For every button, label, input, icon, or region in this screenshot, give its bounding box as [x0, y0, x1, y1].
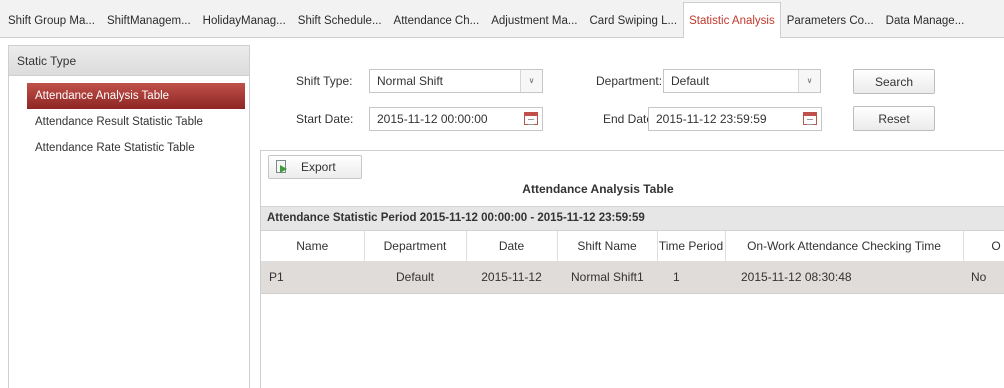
department-label: Department:	[596, 74, 663, 88]
result-panel: Export Attendance Analysis Table Attenda…	[260, 150, 1004, 388]
cell-date: 2015-11-12	[466, 261, 557, 294]
cell-department: Default	[364, 261, 466, 294]
tab-attendance-check[interactable]: Attendance Ch...	[388, 3, 486, 37]
cell-on-work-checking-time: 2015-11-12 08:30:48	[725, 261, 963, 294]
calendar-icon[interactable]	[524, 112, 538, 125]
table-row[interactable]: P1 Default 2015-11-12 Normal Shift1 1 20…	[261, 261, 1004, 294]
department-select[interactable]: Default ∨	[663, 69, 821, 93]
cell-off-work: No	[963, 261, 1004, 294]
end-date-value: 2015-11-12 23:59:59	[656, 112, 767, 126]
search-button[interactable]: Search	[853, 69, 935, 94]
column-header-name[interactable]: Name	[261, 231, 365, 262]
start-date-label: Start Date:	[296, 112, 354, 126]
column-header-time-period[interactable]: Time Period	[657, 231, 726, 262]
column-header-shift-name[interactable]: Shift Name	[557, 231, 658, 262]
tab-data-management[interactable]: Data Manage...	[880, 3, 971, 37]
column-header-department[interactable]: Department	[364, 231, 467, 262]
tab-statistic-analysis[interactable]: Statistic Analysis	[683, 2, 781, 38]
sidebar-item-attendance-analysis[interactable]: Attendance Analysis Table	[27, 83, 245, 109]
tab-shift-schedule[interactable]: Shift Schedule...	[292, 3, 388, 37]
shift-type-label: Shift Type:	[296, 74, 353, 88]
table-header-row: Name Department Date Shift Name Time Per…	[261, 231, 1004, 262]
tab-shift-group[interactable]: Shift Group Ma...	[2, 3, 101, 37]
tab-card-swiping-log[interactable]: Card Swiping L...	[584, 3, 684, 37]
export-label: Export	[301, 160, 336, 174]
shift-type-select[interactable]: Normal Shift ∨	[369, 69, 543, 93]
column-header-off-work[interactable]: O	[963, 231, 1004, 262]
table-title: Attendance Analysis Table	[522, 182, 674, 196]
start-date-field[interactable]: 2015-11-12 00:00:00	[369, 107, 543, 131]
start-date-value: 2015-11-12 00:00:00	[377, 112, 488, 126]
cell-shift-name: Normal Shift1	[557, 261, 657, 294]
reset-button[interactable]: Reset	[853, 106, 935, 131]
tab-parameters-config[interactable]: Parameters Co...	[781, 3, 880, 37]
module-tab-bar: Shift Group Ma... ShiftManagem... Holida…	[0, 0, 1004, 38]
export-icon	[275, 160, 289, 174]
cell-time-period: 1	[657, 261, 725, 294]
column-header-date[interactable]: Date	[466, 231, 558, 262]
attendance-analysis-table: Name Department Date Shift Name Time Per…	[261, 231, 1004, 294]
end-date-field[interactable]: 2015-11-12 23:59:59	[648, 107, 822, 131]
static-type-panel: Static Type Attendance Analysis Table At…	[8, 45, 250, 388]
statistic-period-bar: Attendance Statistic Period 2015-11-12 0…	[261, 206, 1004, 231]
export-button[interactable]: Export	[268, 155, 362, 179]
calendar-icon[interactable]	[803, 112, 817, 125]
department-value: Default	[671, 74, 710, 88]
static-type-header: Static Type	[9, 46, 249, 76]
tab-holiday-management[interactable]: HolidayManag...	[197, 3, 292, 37]
sidebar-item-attendance-rate-statistic[interactable]: Attendance Rate Statistic Table	[27, 135, 245, 161]
chevron-down-icon[interactable]: ∨	[798, 70, 820, 92]
tab-shift-management[interactable]: ShiftManagem...	[101, 3, 197, 37]
chevron-down-icon[interactable]: ∨	[520, 70, 542, 92]
shift-type-value: Normal Shift	[377, 74, 444, 88]
column-header-on-work-checking-time[interactable]: On-Work Attendance Checking Time	[725, 231, 964, 262]
tab-adjustment-management[interactable]: Adjustment Ma...	[485, 3, 583, 37]
cell-name: P1	[261, 261, 364, 294]
sidebar-item-attendance-result-statistic[interactable]: Attendance Result Statistic Table	[27, 109, 245, 135]
